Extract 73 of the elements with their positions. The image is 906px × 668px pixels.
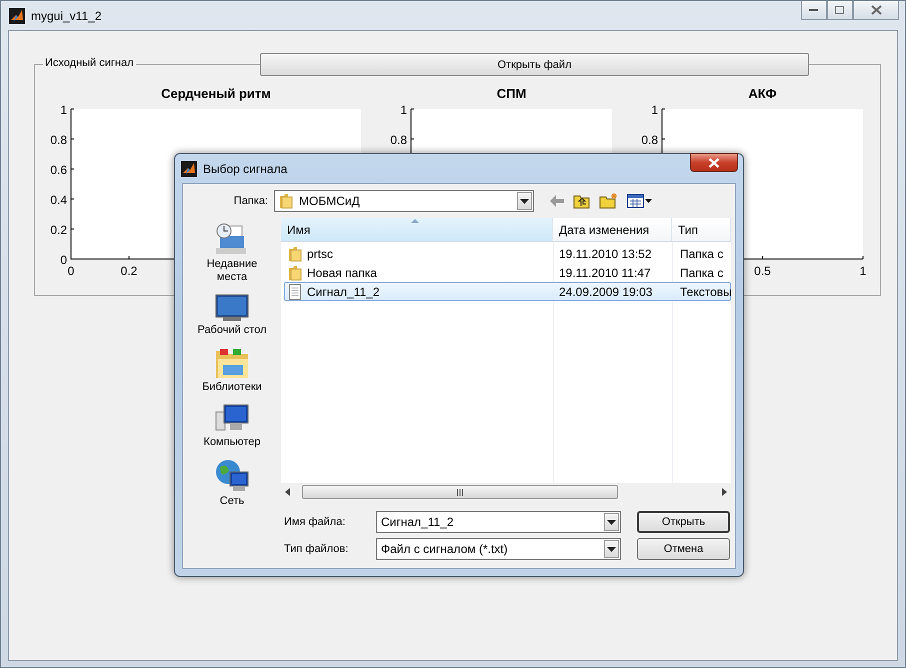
dialog-title: Выбор сигнала bbox=[203, 162, 288, 176]
file-type: Папка с bbox=[679, 266, 724, 280]
folder-icon bbox=[288, 246, 302, 262]
places-item[interactable]: Компьютер bbox=[192, 404, 272, 449]
column-header[interactable]: Дата изменения bbox=[553, 218, 672, 241]
file-type: Текстовы bbox=[679, 284, 733, 298]
file-name-label: Имя файла: bbox=[284, 516, 346, 528]
view-menu-icon[interactable] bbox=[627, 194, 652, 208]
file-name: Новая папка bbox=[307, 266, 377, 280]
column-header[interactable]: Тип bbox=[672, 218, 731, 241]
tick-label: 0.2 bbox=[50, 223, 67, 237]
folder-dropdown[interactable]: МОБМСиД bbox=[274, 190, 534, 212]
file-row[interactable]: Сигнал_11_2 24.09.2009 19:03 Текстовы bbox=[284, 282, 731, 301]
close-icon bbox=[708, 158, 720, 168]
scroll-thumb[interactable] bbox=[302, 485, 618, 499]
file-type-label: Тип файлов: bbox=[284, 543, 350, 555]
cancel-button[interactable]: Отмена bbox=[637, 538, 730, 560]
close-button[interactable] bbox=[690, 153, 738, 172]
panel-title: Исходный сигнал bbox=[43, 57, 136, 69]
window-title: mygui_v11_2 bbox=[31, 8, 102, 22]
monitor-icon bbox=[215, 294, 249, 322]
tick-label: 0.4 bbox=[50, 193, 67, 207]
tick-label: 1 bbox=[860, 264, 866, 278]
file-type: Папка с bbox=[679, 246, 724, 260]
maximize-icon bbox=[835, 6, 845, 14]
tick-label: 0.5 bbox=[754, 264, 771, 278]
column-header[interactable]: Имя bbox=[281, 218, 553, 241]
app-logo-icon bbox=[181, 160, 197, 176]
file-date: 19.11.2010 11:47 bbox=[558, 266, 652, 280]
tick-label: 1 bbox=[651, 103, 658, 117]
tick-label: 0 bbox=[68, 264, 74, 278]
tick-label: 0.8 bbox=[641, 133, 658, 147]
places-item[interactable]: Рабочий стол bbox=[192, 294, 272, 337]
library-folder-icon bbox=[215, 347, 249, 379]
minimize-icon bbox=[809, 8, 819, 12]
chart-title: Сердченый ритм bbox=[161, 86, 271, 101]
close-button[interactable] bbox=[853, 1, 899, 20]
maximize-button[interactable] bbox=[827, 1, 853, 20]
places-item[interactable]: Сеть bbox=[192, 459, 272, 508]
close-icon bbox=[870, 5, 882, 15]
chart-title: АКФ bbox=[748, 86, 777, 101]
folder-icon bbox=[288, 264, 302, 280]
places-item[interactable]: Недавние места bbox=[192, 222, 272, 284]
file-type-dropdown[interactable]: Файл с сигналом (*.txt) bbox=[376, 538, 621, 560]
file-name: prtsc bbox=[307, 246, 334, 260]
tick-label: 0 bbox=[60, 253, 67, 267]
minimize-button[interactable] bbox=[801, 1, 827, 20]
chart-title: СПМ bbox=[496, 86, 526, 101]
sort-caret-icon bbox=[411, 219, 419, 223]
scroll-left-icon[interactable] bbox=[285, 488, 290, 496]
tick-label: 0.8 bbox=[50, 133, 67, 147]
tick-label: 0.8 bbox=[390, 133, 407, 147]
tick-label: 1 bbox=[400, 103, 407, 117]
folder-up-icon[interactable] bbox=[573, 194, 590, 208]
file-date: 24.09.2009 19:03 bbox=[558, 284, 654, 298]
file-date: 19.11.2010 13:52 bbox=[558, 246, 653, 260]
file-row[interactable]: prtsc 19.11.2010 13:52 Папка с bbox=[284, 244, 731, 263]
file-name-field[interactable]: Сигнал_11_2 bbox=[376, 511, 621, 533]
tick-label: 1 bbox=[60, 103, 67, 117]
folder-label: Папка: bbox=[232, 195, 269, 207]
globe-computer-icon bbox=[215, 459, 249, 493]
folder-icon bbox=[279, 193, 293, 209]
tick-label: 0.2 bbox=[120, 264, 138, 278]
new-folder-icon[interactable] bbox=[599, 193, 618, 209]
tick-label: 0.6 bbox=[50, 163, 67, 177]
app-logo-icon bbox=[9, 8, 25, 24]
open-button[interactable]: Открыть bbox=[637, 511, 730, 533]
scroll-right-icon[interactable] bbox=[722, 488, 727, 496]
open-file-button[interactable]: Открыть файл bbox=[260, 53, 809, 76]
places-item[interactable]: Библиотеки bbox=[192, 347, 272, 394]
file-row[interactable]: Новая папка 19.11.2010 11:47 Папка с bbox=[284, 263, 731, 282]
file-name: Сигнал_11_2 bbox=[307, 284, 380, 298]
text-file-icon bbox=[288, 284, 302, 300]
